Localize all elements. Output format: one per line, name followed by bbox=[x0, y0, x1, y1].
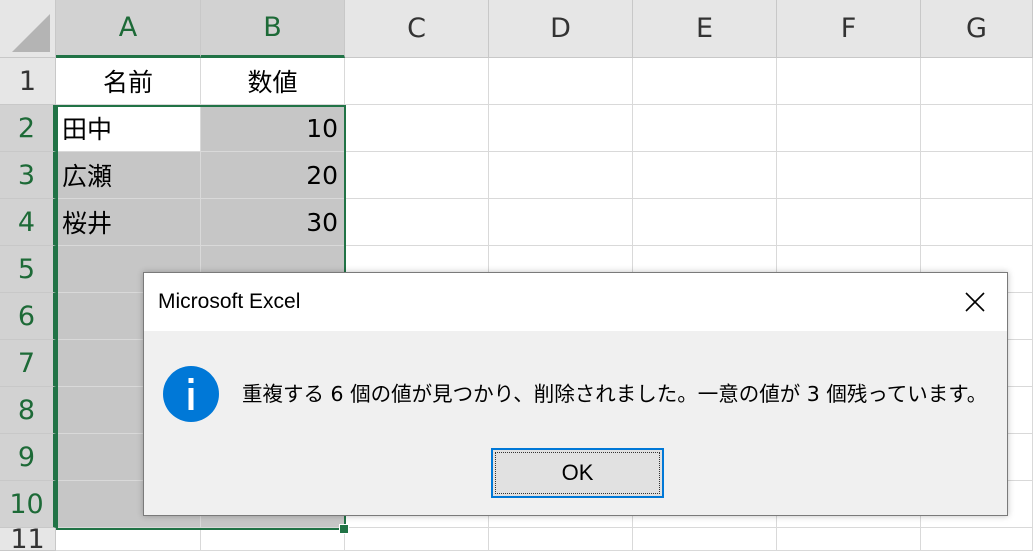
cell-g4[interactable] bbox=[921, 199, 1033, 246]
row-header-8[interactable]: 8 bbox=[0, 387, 56, 434]
column-header-c[interactable]: C bbox=[345, 0, 489, 58]
dialog-message: 重複する 6 個の値が見つかり、削除されました。一意の値が 3 個残っています。 bbox=[242, 382, 988, 406]
cell-e1[interactable] bbox=[633, 58, 777, 105]
cell-e3[interactable] bbox=[633, 152, 777, 199]
cell-d3[interactable] bbox=[489, 152, 633, 199]
row-header-3[interactable]: 3 bbox=[0, 152, 56, 199]
cell-b4[interactable]: 30 bbox=[201, 199, 345, 246]
row-header-1[interactable]: 1 bbox=[0, 58, 56, 105]
cell-g2[interactable] bbox=[921, 105, 1033, 152]
cell-c1[interactable] bbox=[345, 58, 489, 105]
select-all-corner[interactable] bbox=[0, 0, 56, 58]
cell-b3[interactable]: 20 bbox=[201, 152, 345, 199]
message-dialog: Microsoft Excel 重複する 6 個の値が見つかり、削除されました。… bbox=[143, 272, 1008, 516]
row-header-11[interactable]: 11 bbox=[0, 524, 56, 555]
cell-c11[interactable] bbox=[345, 528, 489, 551]
row-header-2[interactable]: 2 bbox=[0, 105, 56, 152]
cell-f2[interactable] bbox=[777, 105, 921, 152]
cell-d1[interactable] bbox=[489, 58, 633, 105]
cell-e11[interactable] bbox=[633, 528, 777, 551]
cell-g1[interactable] bbox=[921, 58, 1033, 105]
cell-a3[interactable]: 広瀬 bbox=[56, 152, 201, 199]
cell-f3[interactable] bbox=[777, 152, 921, 199]
column-header-d[interactable]: D bbox=[489, 0, 633, 58]
close-button[interactable] bbox=[943, 273, 1007, 331]
fill-handle[interactable] bbox=[339, 524, 349, 534]
info-icon bbox=[163, 366, 219, 422]
row-header-10[interactable]: 10 bbox=[0, 481, 56, 528]
cell-d11[interactable] bbox=[489, 528, 633, 551]
cell-e4[interactable] bbox=[633, 199, 777, 246]
close-icon bbox=[965, 292, 985, 312]
column-header-b[interactable]: B bbox=[201, 0, 345, 58]
column-header-e[interactable]: E bbox=[633, 0, 777, 58]
cell-a1[interactable]: 名前 bbox=[56, 58, 201, 105]
row-header-6[interactable]: 6 bbox=[0, 293, 56, 340]
cell-b11[interactable] bbox=[201, 528, 345, 551]
column-header-f[interactable]: F bbox=[777, 0, 921, 58]
select-all-triangle bbox=[12, 14, 50, 52]
cell-c2[interactable] bbox=[345, 105, 489, 152]
row-header-4[interactable]: 4 bbox=[0, 199, 56, 246]
cell-c3[interactable] bbox=[345, 152, 489, 199]
cell-b1[interactable]: 数値 bbox=[201, 58, 345, 105]
cell-f1[interactable] bbox=[777, 58, 921, 105]
cell-c4[interactable] bbox=[345, 199, 489, 246]
cell-f11[interactable] bbox=[777, 528, 921, 551]
cell-b2[interactable]: 10 bbox=[201, 105, 345, 152]
dialog-title: Microsoft Excel bbox=[158, 290, 301, 313]
cell-g11[interactable] bbox=[921, 528, 1033, 551]
ok-button[interactable]: OK bbox=[491, 448, 664, 498]
cell-f4[interactable] bbox=[777, 199, 921, 246]
row-header-5[interactable]: 5 bbox=[0, 246, 56, 293]
cell-e2[interactable] bbox=[633, 105, 777, 152]
column-header-g[interactable]: G bbox=[921, 0, 1033, 58]
row-header-7[interactable]: 7 bbox=[0, 340, 56, 387]
cell-a2[interactable]: 田中 bbox=[56, 105, 201, 152]
dialog-titlebar[interactable]: Microsoft Excel bbox=[144, 273, 1007, 331]
column-header-a[interactable]: A bbox=[56, 0, 201, 58]
row-header-9[interactable]: 9 bbox=[0, 434, 56, 481]
cell-d2[interactable] bbox=[489, 105, 633, 152]
cell-g3[interactable] bbox=[921, 152, 1033, 199]
cell-a4[interactable]: 桜井 bbox=[56, 199, 201, 246]
cell-d4[interactable] bbox=[489, 199, 633, 246]
cell-a11[interactable] bbox=[56, 528, 201, 551]
